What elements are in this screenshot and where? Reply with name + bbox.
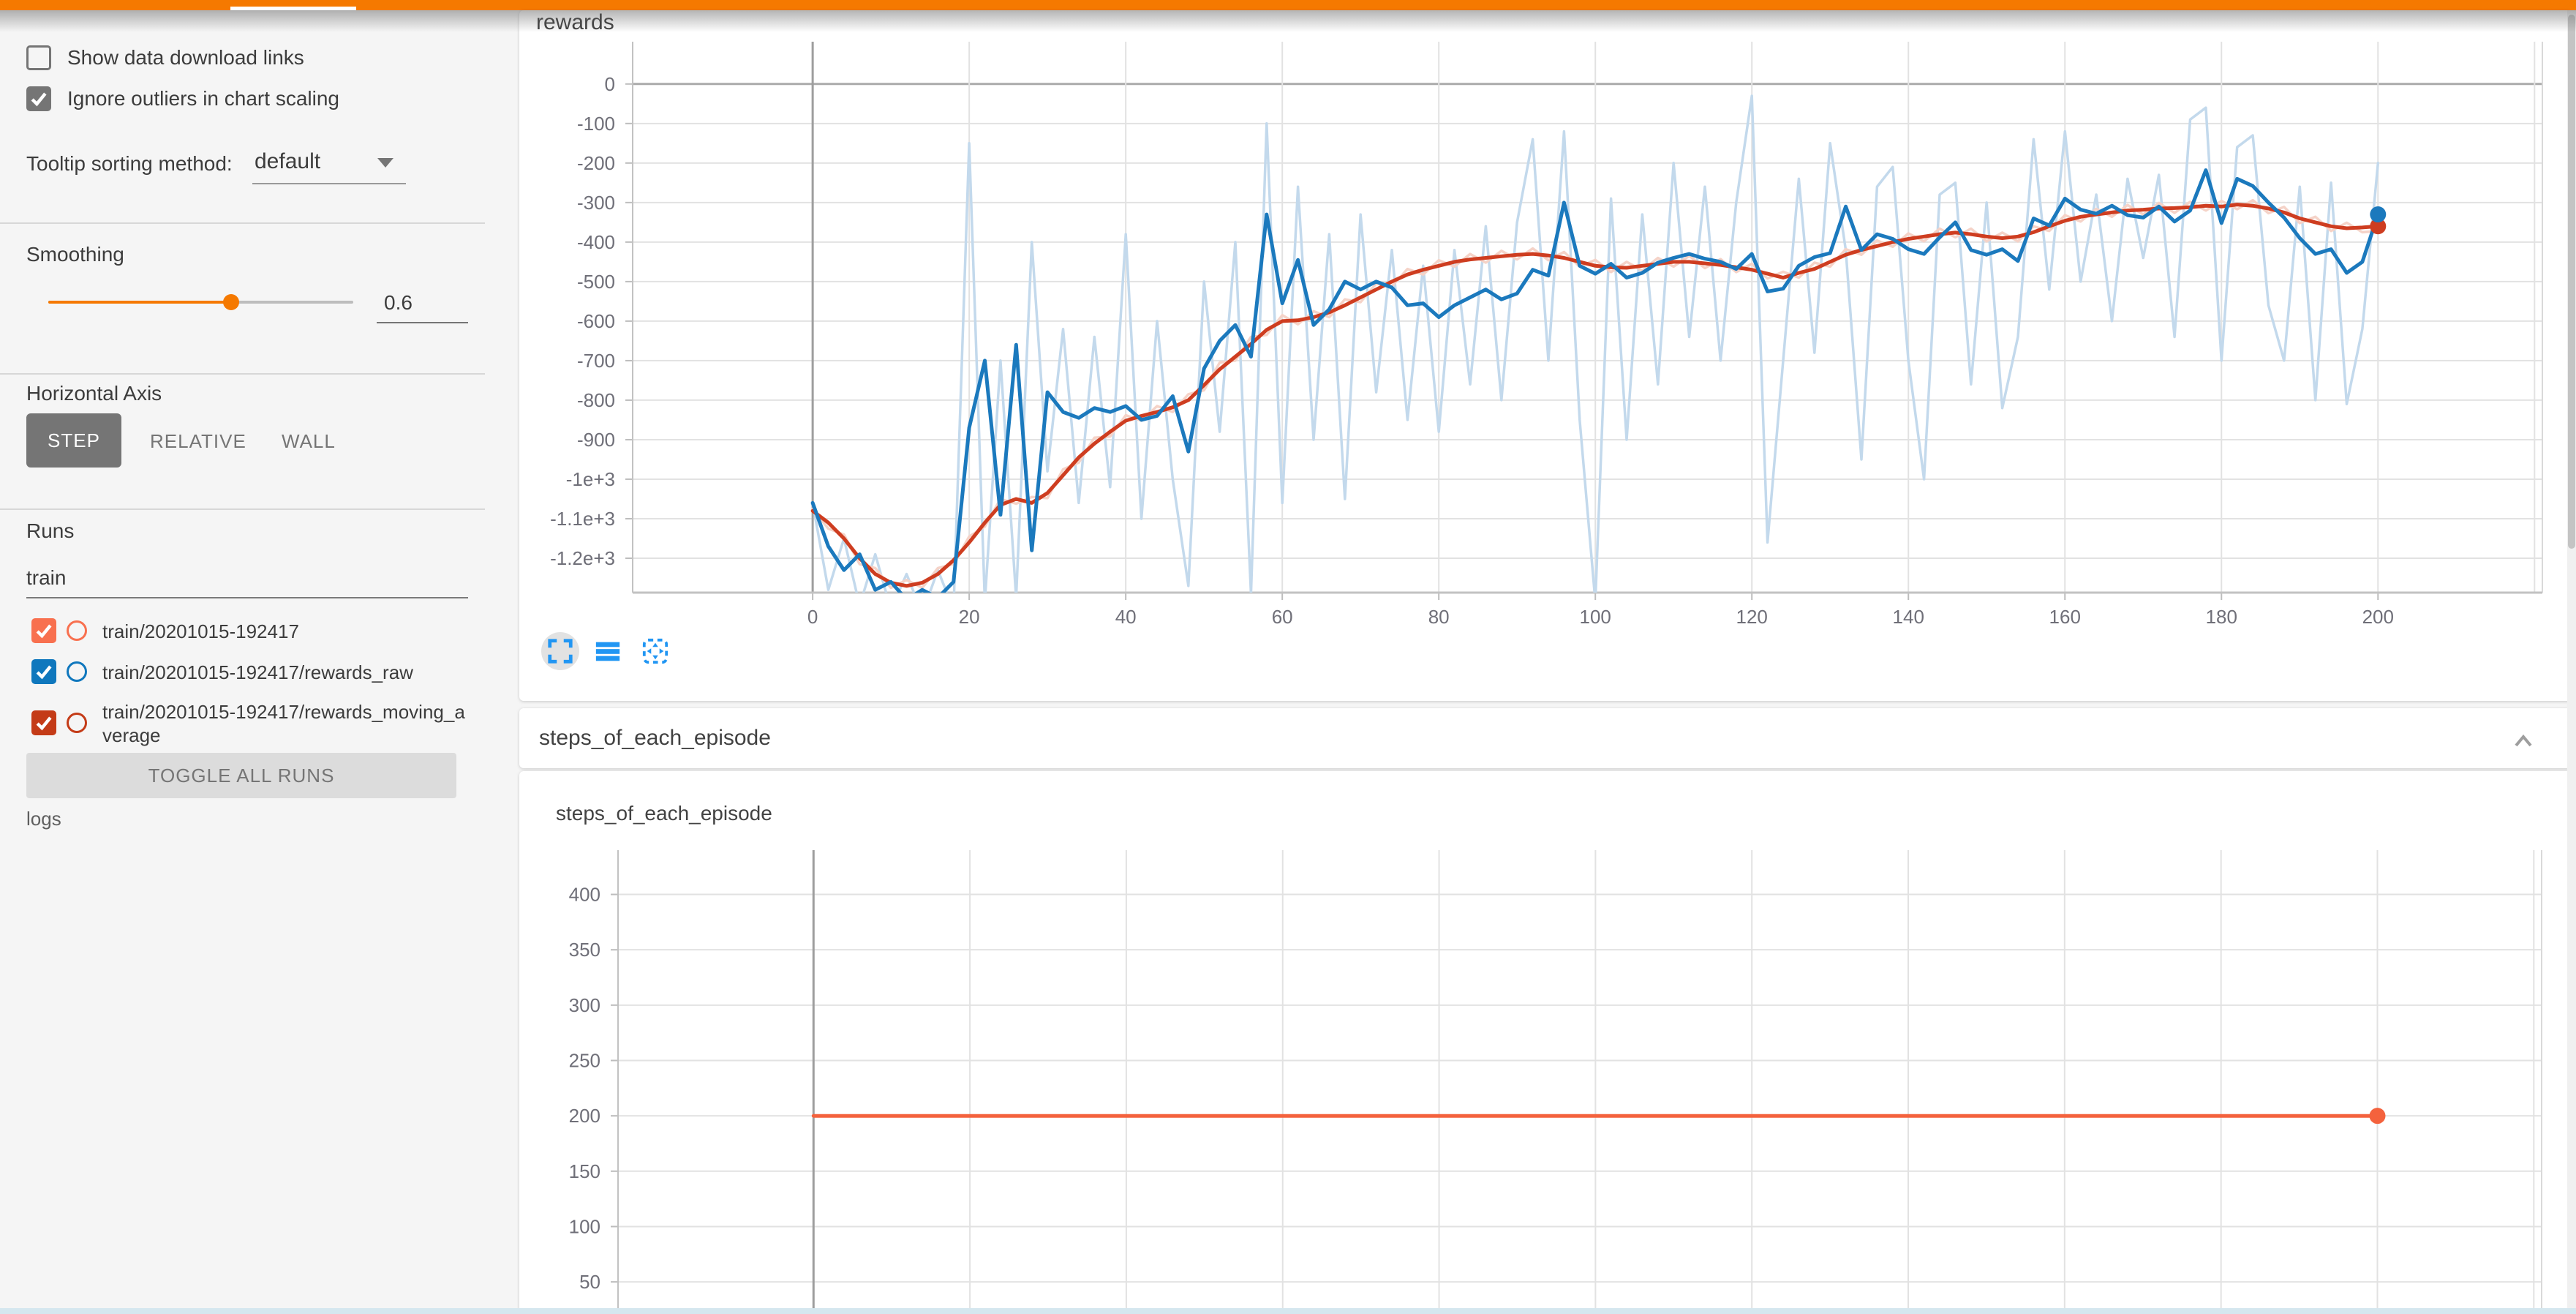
- svg-text:180: 180: [2206, 606, 2237, 628]
- svg-text:140: 140: [1893, 606, 1924, 628]
- svg-text:300: 300: [569, 994, 600, 1016]
- chart-2-group: 400 350 300 250 200 150 100 50: [569, 850, 2542, 1314]
- tensorboard-page: Show data download links Ignore outliers…: [0, 0, 2576, 1314]
- svg-text:250: 250: [569, 1049, 600, 1071]
- svg-text:100: 100: [569, 1215, 600, 1237]
- bottom-edge-band: [0, 1308, 2576, 1314]
- charts-svg-layer[interactable]: 0 -100 -200 -300 -400 -500 -600 -700 -800 -900 -1e…: [0, 0, 2576, 1314]
- svg-text:-1e+3: -1e+3: [566, 468, 615, 490]
- svg-text:200: 200: [2362, 606, 2394, 628]
- svg-text:-1.2e+3: -1.2e+3: [550, 547, 615, 569]
- svg-text:-900: -900: [577, 429, 615, 451]
- svg-text:20: 20: [959, 606, 980, 628]
- svg-text:60: 60: [1272, 606, 1293, 628]
- svg-text:-200: -200: [577, 152, 615, 174]
- svg-text:200: 200: [569, 1105, 600, 1127]
- svg-text:-700: -700: [577, 350, 615, 372]
- svg-text:100: 100: [1580, 606, 1611, 628]
- svg-text:50: 50: [579, 1271, 600, 1293]
- svg-text:-500: -500: [577, 271, 615, 293]
- series-end-dot: [2369, 1108, 2385, 1124]
- svg-text:150: 150: [569, 1160, 600, 1182]
- svg-text:-100: -100: [577, 113, 615, 135]
- svg-text:160: 160: [2049, 606, 2081, 628]
- svg-text:40: 40: [1115, 606, 1137, 628]
- scrollbar-thumb[interactable]: [2568, 15, 2575, 549]
- series-end-dot: [2370, 206, 2386, 222]
- svg-text:-800: -800: [577, 389, 615, 411]
- svg-text:400: 400: [569, 884, 600, 906]
- svg-text:-300: -300: [577, 192, 615, 214]
- svg-text:0: 0: [605, 73, 615, 95]
- svg-text:80: 80: [1428, 606, 1450, 628]
- chart-1-group: 0 -100 -200 -300 -400 -500 -600 -700 -800 -900 -1e…: [550, 42, 2542, 628]
- svg-text:350: 350: [569, 939, 600, 961]
- svg-text:0: 0: [807, 606, 818, 628]
- svg-text:-1.1e+3: -1.1e+3: [550, 508, 615, 530]
- svg-text:-400: -400: [577, 231, 615, 253]
- svg-text:-600: -600: [577, 310, 615, 332]
- svg-text:120: 120: [1736, 606, 1768, 628]
